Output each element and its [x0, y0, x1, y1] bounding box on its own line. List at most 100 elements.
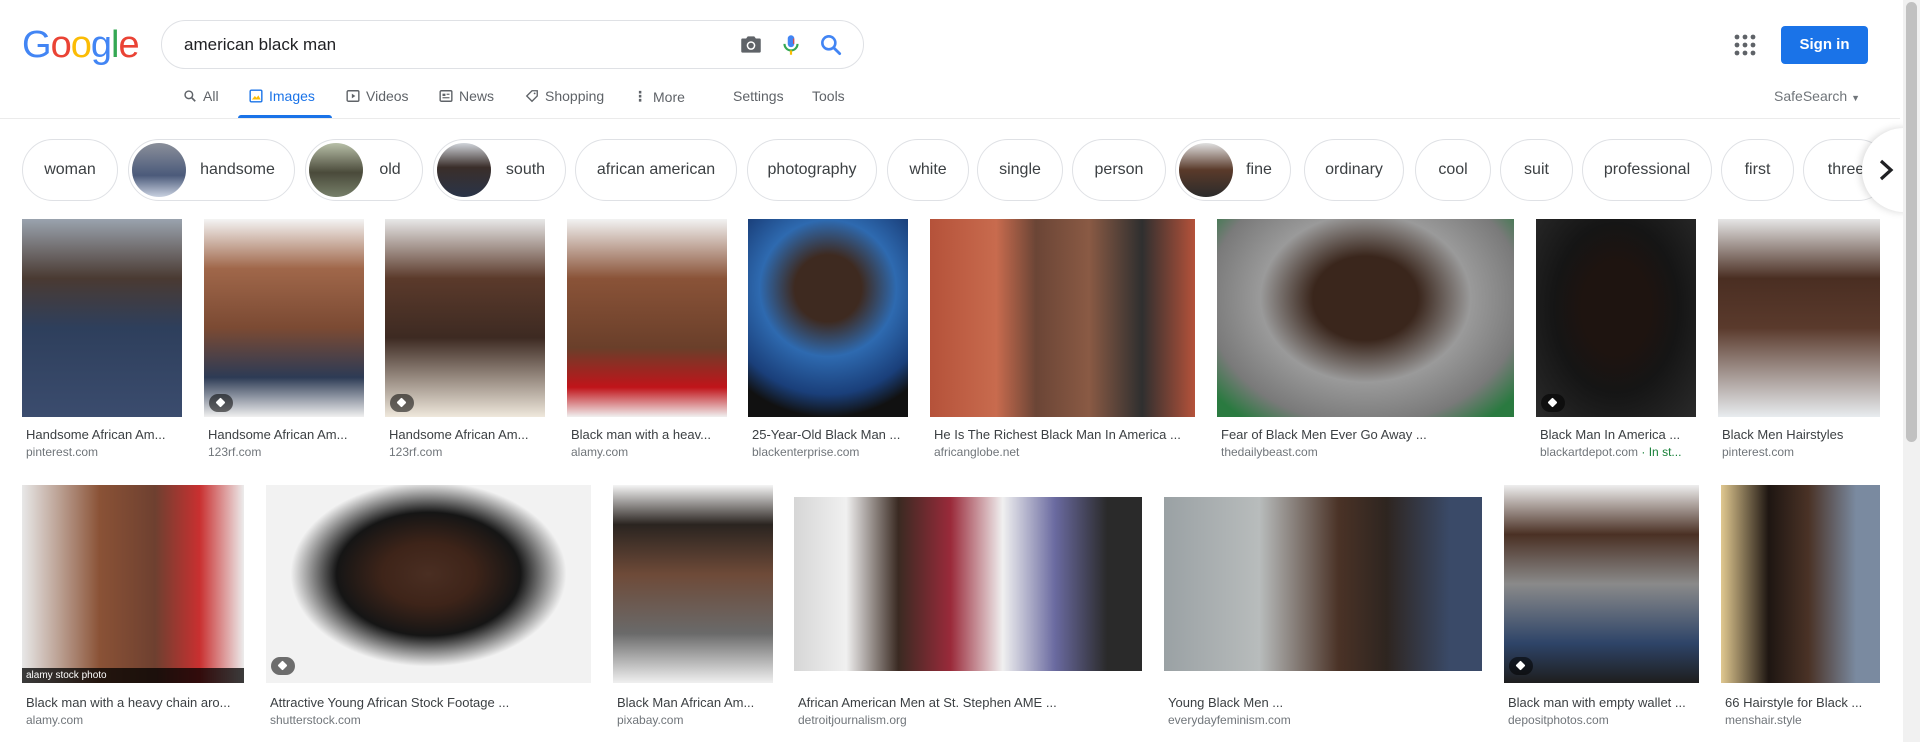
chip-handsome[interactable]: handsome	[128, 139, 295, 201]
chip-thumbnail	[309, 143, 363, 197]
result-source: alamy.com	[26, 713, 84, 727]
image-result[interactable]: Black Man In America ... blackartdepot.c…	[1536, 219, 1696, 459]
chip-person[interactable]: person	[1072, 139, 1166, 201]
result-title[interactable]: Fear of Black Men Ever Go Away ...	[1221, 427, 1511, 442]
chip-white[interactable]: white	[887, 139, 969, 201]
image-result[interactable]: Black Men Hairstyles pinterest.com	[1718, 219, 1880, 459]
chip-fine[interactable]: fine	[1175, 139, 1291, 201]
result-title[interactable]: He Is The Richest Black Man In America .…	[934, 427, 1194, 442]
result-title[interactable]: Young Black Men ...	[1168, 695, 1478, 710]
result-thumbnail[interactable]	[266, 485, 591, 683]
result-thumbnail[interactable]	[930, 219, 1195, 417]
chip-cool[interactable]: cool	[1415, 139, 1491, 201]
search-nav: All Images Videos News Shopping ⋮ More S…	[0, 84, 1920, 118]
result-thumbnail[interactable]	[385, 219, 545, 417]
tab-more-label: More	[653, 88, 685, 105]
image-result[interactable]: Fear of Black Men Ever Go Away ... theda…	[1217, 219, 1514, 459]
image-result[interactable]: alamy stock photo Black man with a heavy…	[22, 485, 244, 730]
tab-more[interactable]: ⋮ More	[633, 88, 685, 105]
chip-single[interactable]: single	[977, 139, 1063, 201]
result-title[interactable]: 25-Year-Old Black Man ...	[752, 427, 907, 442]
result-title[interactable]: Black man with a heavy chain aro...	[26, 695, 244, 710]
search-input[interactable]: american black man	[184, 35, 336, 55]
chip-woman[interactable]: woman	[22, 139, 118, 201]
image-result[interactable]: He Is The Richest Black Man In America .…	[930, 219, 1195, 459]
chip-label: white	[909, 161, 947, 178]
result-thumbnail[interactable]	[794, 497, 1142, 671]
image-result[interactable]: Handsome African Am... pinterest.com	[22, 219, 182, 459]
image-result[interactable]: 25-Year-Old Black Man ... blackenterpris…	[748, 219, 908, 459]
tools-link[interactable]: Tools	[812, 88, 845, 104]
chip-ordinary[interactable]: ordinary	[1304, 139, 1404, 201]
chip-photography[interactable]: photography	[747, 139, 877, 201]
result-title[interactable]: Black man with a heav...	[571, 427, 726, 442]
result-thumbnail[interactable]	[1504, 485, 1699, 683]
tab-all[interactable]: All	[183, 88, 219, 104]
result-thumbnail[interactable]	[613, 485, 773, 683]
chip-first[interactable]: first	[1721, 139, 1794, 201]
image-result[interactable]: Young Black Men ... everydayfeminism.com	[1164, 485, 1482, 730]
image-result[interactable]: Handsome African Am... 123rf.com	[385, 219, 545, 459]
apps-grid-icon[interactable]	[1734, 34, 1756, 56]
result-thumbnail[interactable]	[1217, 219, 1514, 417]
image-result[interactable]: Attractive Young African Stock Footage .…	[266, 485, 591, 730]
chip-suit[interactable]: suit	[1500, 139, 1573, 201]
result-title[interactable]: Handsome African Am...	[389, 427, 544, 442]
image-result[interactable]: Handsome African Am... 123rf.com	[204, 219, 364, 459]
result-source: pinterest.com	[1722, 445, 1795, 459]
result-title[interactable]: Handsome African Am...	[208, 427, 363, 442]
sign-in-button[interactable]: Sign in	[1781, 26, 1868, 64]
result-title[interactable]: Attractive Young African Stock Footage .…	[270, 695, 590, 710]
result-title-text: Black Man In America ...	[1540, 427, 1681, 442]
scrollbar-thumb[interactable]	[1906, 2, 1917, 442]
chip-label: first	[1744, 161, 1771, 178]
result-thumbnail[interactable]	[1536, 219, 1696, 417]
related-chips-bar: woman handsome old south african america…	[22, 139, 1882, 201]
result-title[interactable]: Black man with empty wallet ...	[1508, 695, 1698, 710]
tab-images[interactable]: Images	[249, 88, 315, 104]
result-thumbnail[interactable]	[1164, 497, 1482, 671]
result-title[interactable]: Black Man African Am...	[617, 695, 772, 710]
image-result[interactable]: Black man with empty wallet ... depositp…	[1504, 485, 1699, 730]
image-result[interactable]: African American Men at St. Stephen AME …	[794, 485, 1142, 730]
image-result[interactable]: 66 Hairstyle for Black ... menshair.styl…	[1721, 485, 1880, 730]
result-title[interactable]: Black Men Hairstyles	[1722, 427, 1877, 442]
tab-shopping[interactable]: Shopping	[525, 88, 604, 104]
header-divider	[0, 118, 1900, 119]
search-icon[interactable]	[818, 32, 844, 58]
safesearch-label: SafeSearch	[1774, 88, 1848, 104]
result-source: detroitjournalism.org	[798, 713, 907, 727]
page-scrollbar[interactable]	[1903, 0, 1920, 742]
result-title[interactable]: Handsome African Am...	[26, 427, 181, 442]
result-source: thedailybeast.com	[1221, 445, 1318, 459]
result-source: alamy.com	[571, 445, 629, 459]
google-logo[interactable]: Google	[22, 26, 140, 64]
result-thumbnail[interactable]	[22, 219, 182, 417]
result-title[interactable]: 66 Hairstyle for Black ...	[1725, 695, 1880, 710]
result-thumbnail[interactable]	[1721, 485, 1880, 683]
result-thumbnail[interactable]	[567, 219, 727, 417]
result-thumbnail[interactable]	[204, 219, 364, 417]
safesearch-dropdown[interactable]: SafeSearch ▼	[1774, 88, 1860, 104]
chevron-right-icon	[1879, 159, 1894, 181]
tab-news[interactable]: News	[439, 88, 494, 104]
result-thumbnail[interactable]	[1718, 219, 1880, 417]
image-result[interactable]: Black Man African Am... pixabay.com	[613, 485, 773, 730]
chip-label: single	[999, 161, 1041, 178]
search-icon	[184, 90, 196, 102]
result-thumbnail[interactable]	[748, 219, 908, 417]
settings-link[interactable]: Settings	[733, 88, 784, 104]
chip-old[interactable]: old	[305, 139, 423, 201]
camera-icon[interactable]	[738, 32, 764, 58]
chip-south[interactable]: south	[433, 139, 566, 201]
search-box[interactable]: american black man	[161, 20, 864, 69]
tab-news-label: News	[459, 88, 495, 104]
result-title[interactable]: Black Man In America ...	[1540, 427, 1695, 442]
chip-african-american[interactable]: african american	[575, 139, 737, 201]
result-thumbnail[interactable]: alamy stock photo	[22, 485, 244, 683]
tab-videos[interactable]: Videos	[346, 88, 409, 104]
result-title[interactable]: African American Men at St. Stephen AME …	[798, 695, 1138, 710]
microphone-icon[interactable]	[778, 32, 804, 58]
chip-professional[interactable]: professional	[1582, 139, 1712, 201]
image-result[interactable]: Black man with a heav... alamy.com	[567, 219, 727, 459]
